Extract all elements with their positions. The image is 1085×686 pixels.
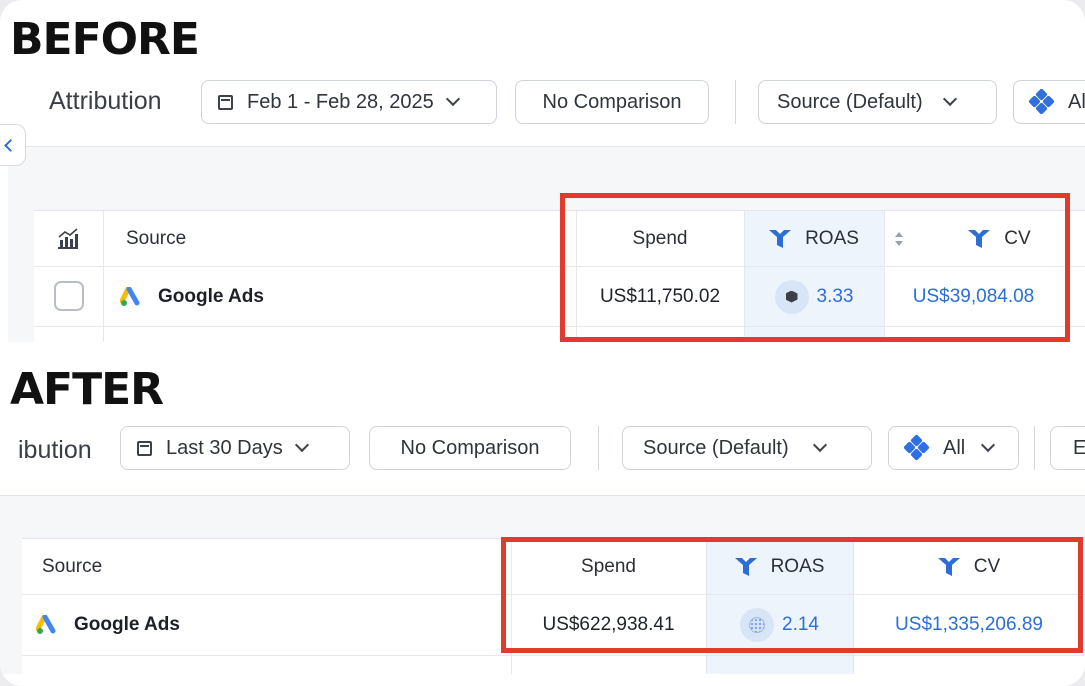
chevron-down-icon xyxy=(445,91,460,107)
comparison-button[interactable]: No Comparison xyxy=(369,426,571,470)
extra-label: E xyxy=(1073,437,1085,460)
collapse-chevron-icon[interactable] xyxy=(0,124,26,166)
comparison-button[interactable]: No Comparison xyxy=(515,80,709,124)
comparison-label: No Comparison xyxy=(400,436,540,459)
calendar-icon xyxy=(218,94,233,110)
highlight-box-before xyxy=(560,193,1070,342)
toolbar-divider xyxy=(1034,426,1035,470)
chevron-down-icon xyxy=(294,437,309,453)
all-filter-dropdown[interactable]: Al xyxy=(1013,80,1085,124)
source-dropdown[interactable]: Source (Default) xyxy=(758,80,997,124)
chevron-down-icon xyxy=(981,437,996,453)
date-range-picker[interactable]: Feb 1 - Feb 28, 2025 xyxy=(201,80,497,124)
source-cell[interactable]: Google Ads xyxy=(36,595,180,655)
source-name: Google Ads xyxy=(74,614,180,635)
date-range-picker[interactable]: Last 30 Days xyxy=(120,426,350,470)
all-filter-dropdown[interactable]: All xyxy=(888,426,1019,470)
row-checkbox[interactable] xyxy=(54,281,84,311)
toolbar-divider xyxy=(735,80,736,124)
column-header-source[interactable]: Source xyxy=(126,211,186,266)
google-ads-icon xyxy=(36,615,56,634)
chart-icon xyxy=(58,228,78,249)
page-title: Attribution xyxy=(49,87,162,115)
source-label: Source (Default) xyxy=(777,90,923,113)
column-divider xyxy=(103,211,104,342)
toolbar-divider xyxy=(598,426,599,470)
comparison-card: BEFORE Attribution Feb 1 - Feb 28, 2025 … xyxy=(0,0,1085,686)
comparison-label: No Comparison xyxy=(542,90,682,113)
page-title: ibution xyxy=(18,436,92,464)
source-name: Google Ads xyxy=(158,285,264,307)
source-label: Source (Default) xyxy=(643,436,789,459)
before-heading: BEFORE xyxy=(10,14,200,65)
date-range-label: Last 30 Days xyxy=(166,436,283,459)
column-header-source[interactable]: Source xyxy=(42,539,102,594)
all-filter-label: Al xyxy=(1068,90,1085,113)
google-ads-icon xyxy=(120,286,140,306)
filter-diamonds-icon xyxy=(1028,88,1055,115)
source-dropdown[interactable]: Source (Default) xyxy=(622,426,872,470)
after-heading: AFTER xyxy=(10,364,164,415)
extra-dropdown[interactable]: E xyxy=(1050,426,1085,470)
calendar-icon xyxy=(137,440,152,456)
highlight-box-after xyxy=(501,537,1083,653)
chart-toggle[interactable] xyxy=(56,225,80,253)
row-divider xyxy=(22,655,1085,656)
source-cell[interactable]: Google Ads xyxy=(120,267,264,326)
date-range-label: Feb 1 - Feb 28, 2025 xyxy=(247,90,434,113)
chevron-down-icon xyxy=(942,91,957,107)
filter-diamonds-icon xyxy=(903,434,930,461)
chevron-down-icon xyxy=(812,437,827,453)
all-filter-label: All xyxy=(943,436,966,459)
